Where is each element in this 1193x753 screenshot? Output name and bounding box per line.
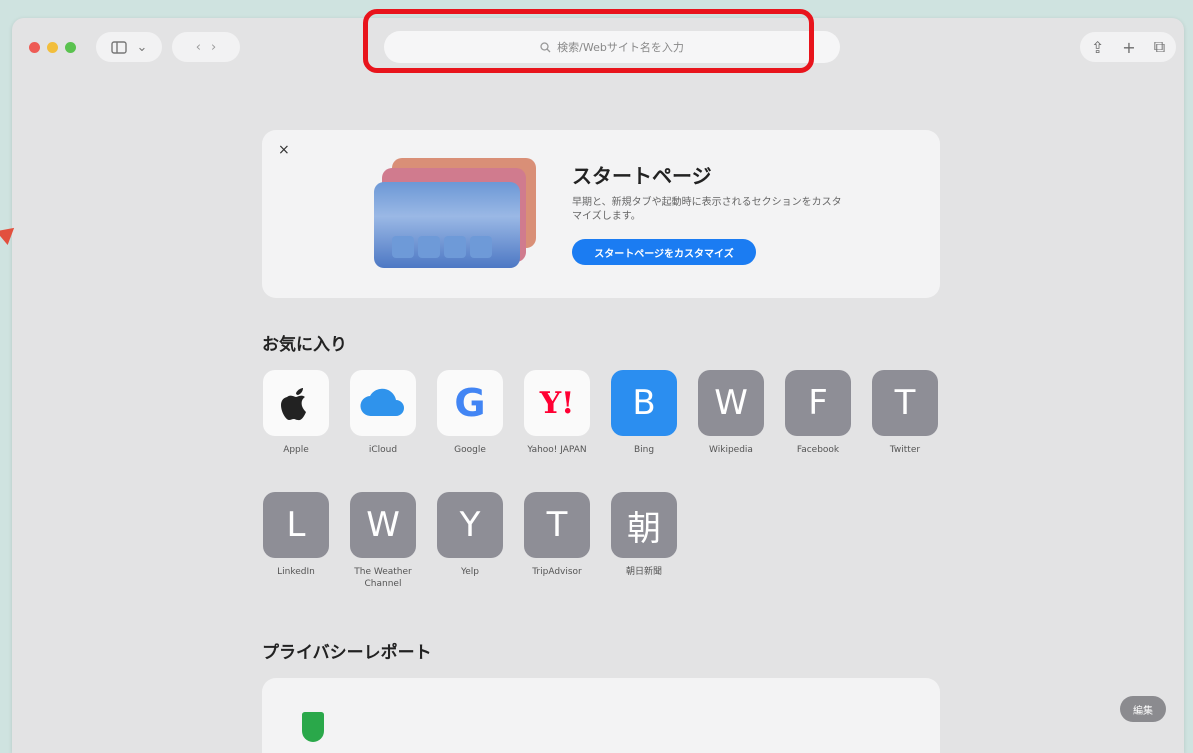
minimize-window-button[interactable] xyxy=(47,42,58,53)
favorite-twitter[interactable]: T Twitter xyxy=(865,370,945,456)
favorite-wikipedia[interactable]: W Wikipedia xyxy=(691,370,771,456)
shield-icon xyxy=(302,712,324,742)
facebook-icon: F xyxy=(785,370,851,436)
zoom-window-button[interactable] xyxy=(65,42,76,53)
favorite-weather-channel[interactable]: W The Weather Channel xyxy=(343,492,423,590)
yelp-icon: Y xyxy=(437,492,503,558)
toolbar-right-buttons: ⇪ + ⧉ xyxy=(1080,32,1176,62)
tab-overview-icon[interactable]: ⧉ xyxy=(1154,37,1165,57)
sidebar-toggle-button[interactable]: ⌄ xyxy=(96,32,162,62)
favorite-linkedin[interactable]: L LinkedIn xyxy=(256,492,336,578)
chevron-down-icon: ⌄ xyxy=(136,39,148,55)
cloud-icon xyxy=(350,370,416,436)
share-icon[interactable]: ⇪ xyxy=(1091,38,1104,57)
edit-button[interactable]: 編集 xyxy=(1120,696,1166,722)
favorite-yahoo-japan[interactable]: Y! Yahoo! JAPAN xyxy=(517,370,597,456)
customize-start-page-button[interactable]: スタートページをカスタマイズ xyxy=(572,239,756,265)
close-icon[interactable]: × xyxy=(278,142,290,158)
browser-window: ⌄ ‹ › 検索/Webサイト名を入力 ⇪ + ⧉ × スタートページ 早期と、… xyxy=(12,18,1184,753)
privacy-report-card[interactable] xyxy=(262,678,940,753)
favorite-google[interactable]: G Google xyxy=(430,370,510,456)
yahoo-icon: Y! xyxy=(524,370,590,436)
asahi-icon: 朝 xyxy=(611,492,677,558)
apple-icon xyxy=(263,370,329,436)
close-window-button[interactable] xyxy=(29,42,40,53)
start-page-card: × スタートページ 早期と、新規タブや起動時に表示されるセクションをカスタマイズ… xyxy=(262,130,940,298)
linkedin-icon: L xyxy=(263,492,329,558)
forward-button[interactable]: › xyxy=(211,40,216,55)
address-bar-highlight xyxy=(363,9,814,73)
favorite-apple[interactable]: Apple xyxy=(256,370,336,456)
google-icon: G xyxy=(437,370,503,436)
favorite-bing[interactable]: B Bing xyxy=(604,370,684,456)
sidebar-icon xyxy=(110,40,127,54)
favorite-icloud[interactable]: iCloud xyxy=(343,370,423,456)
navigation-buttons: ‹ › xyxy=(172,32,240,62)
bing-icon: B xyxy=(611,370,677,436)
twitter-icon: T xyxy=(872,370,938,436)
back-button[interactable]: ‹ xyxy=(196,40,201,55)
start-page-illustration xyxy=(374,154,538,272)
favorite-facebook[interactable]: F Facebook xyxy=(778,370,858,456)
favorites-title: お気に入り xyxy=(262,335,347,355)
new-tab-button[interactable]: + xyxy=(1122,38,1135,57)
privacy-report-title: プライバシーレポート xyxy=(262,643,432,663)
start-page-description: 早期と、新規タブや起動時に表示されるセクションをカスタマイズします。 xyxy=(572,197,842,222)
favorite-yelp[interactable]: Y Yelp xyxy=(430,492,510,578)
tripadvisor-icon: T xyxy=(524,492,590,558)
wikipedia-icon: W xyxy=(698,370,764,436)
start-page-title: スタートページ xyxy=(572,164,712,188)
favorite-asahi[interactable]: 朝 朝日新聞 xyxy=(604,492,684,578)
favorite-tripadvisor[interactable]: T TripAdvisor xyxy=(517,492,597,578)
weather-channel-icon: W xyxy=(350,492,416,558)
